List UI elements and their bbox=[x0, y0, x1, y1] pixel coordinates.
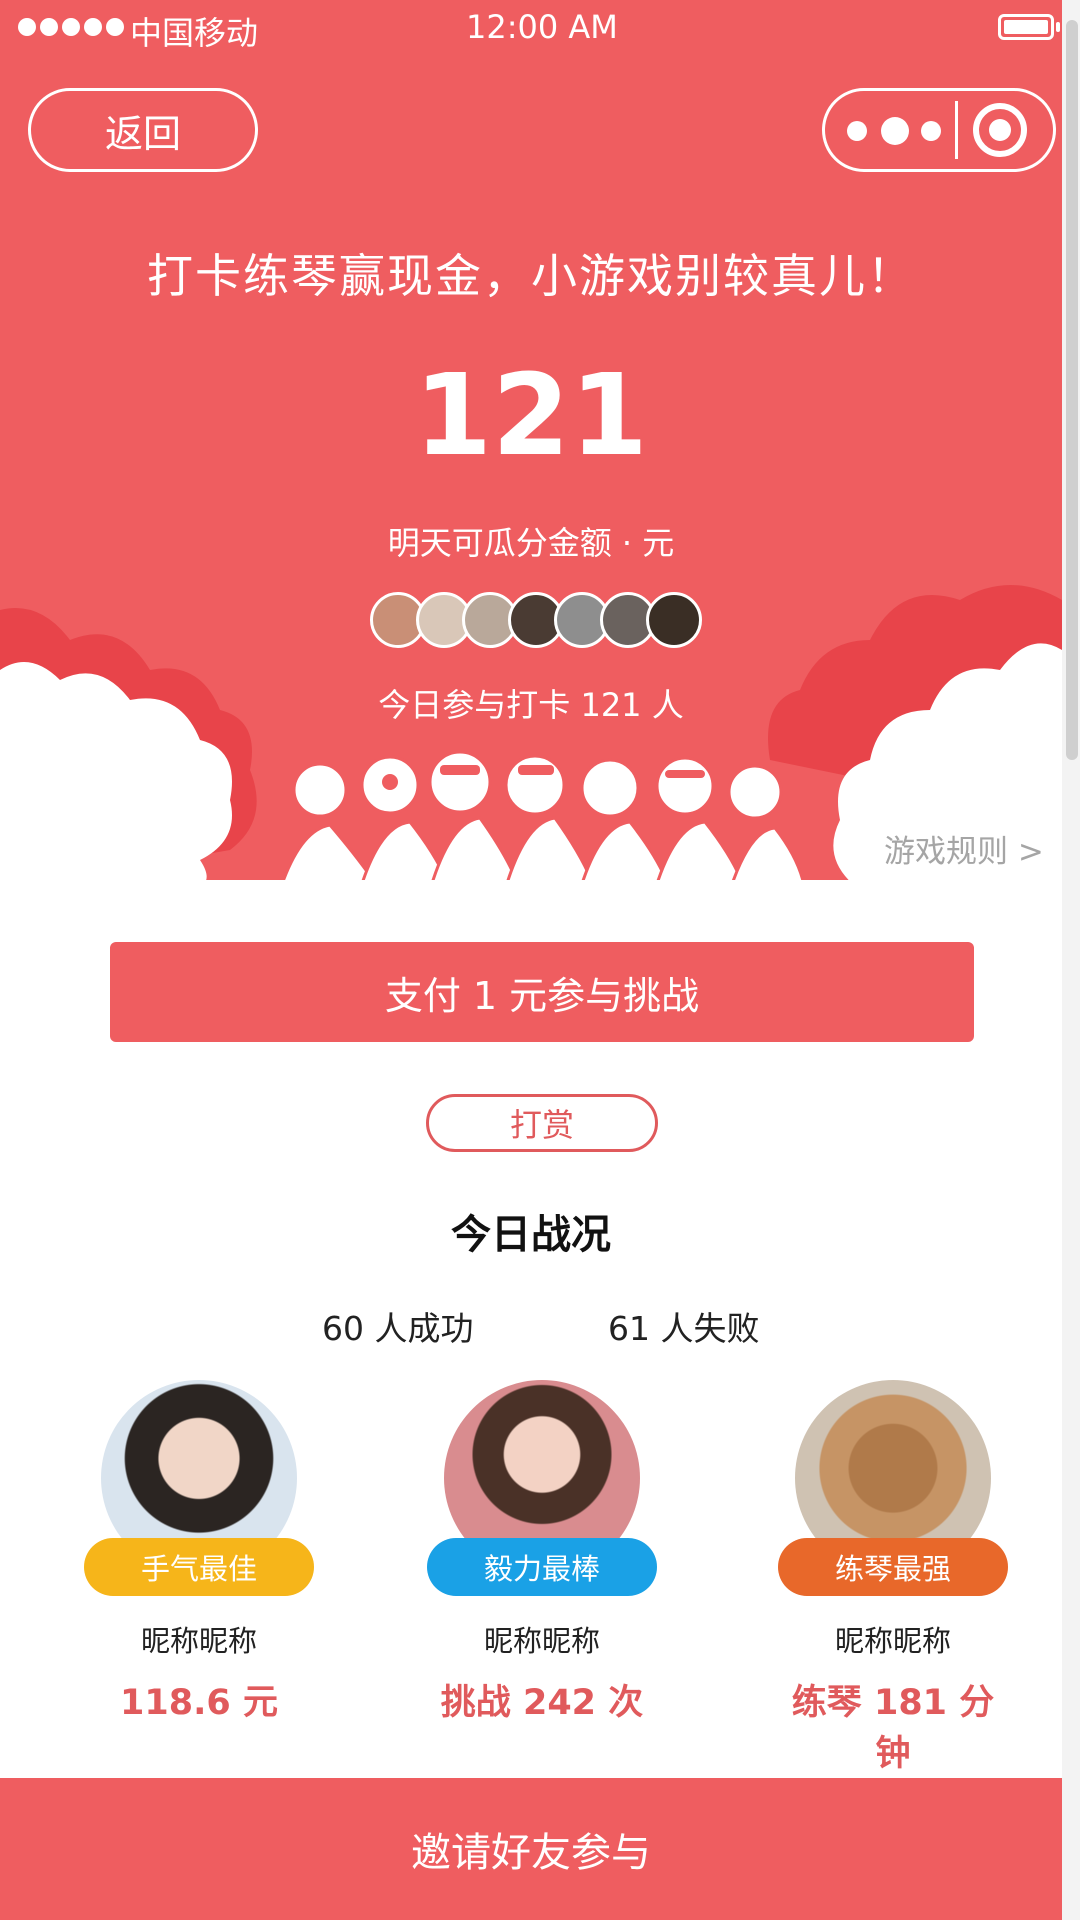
winner-badge: 练琴最强 bbox=[778, 1538, 1008, 1596]
winner-card[interactable]: 练琴最强 昵称昵称 练琴 181 分钟 bbox=[776, 1380, 1010, 1776]
prize-amount: 121 bbox=[414, 351, 648, 481]
winner-badge: 手气最佳 bbox=[84, 1538, 314, 1596]
battery-tip bbox=[1056, 22, 1060, 32]
mini-program-page: 中国移动 12:00 AM 返回 打卡练琴赢现金，小游戏别较真儿！ 121 明天… bbox=[0, 0, 1062, 1920]
tip-button[interactable]: 打赏 bbox=[426, 1094, 658, 1152]
winner-result: 挑战 242 次 bbox=[440, 1683, 644, 1723]
status-time: 12:00 AM bbox=[466, 8, 618, 46]
more-icon[interactable] bbox=[847, 117, 943, 145]
signal-icon bbox=[18, 18, 124, 36]
close-mini-program-icon[interactable] bbox=[973, 103, 1027, 157]
fail-count: 61 人失败 bbox=[608, 1309, 760, 1348]
today-stats-title: 今日战况 bbox=[451, 1212, 611, 1258]
winner-card[interactable]: 毅力最棒 昵称昵称 挑战 242 次 bbox=[425, 1380, 659, 1725]
winner-nickname: 昵称昵称 bbox=[140, 1624, 257, 1658]
winner-nickname: 昵称昵称 bbox=[483, 1624, 600, 1658]
avatar bbox=[646, 592, 702, 648]
invite-friends-button[interactable]: 邀请好友参与 bbox=[0, 1778, 1062, 1920]
prize-amount-label: 明天可瓜分金额 · 元 bbox=[387, 524, 675, 562]
capsule-menu bbox=[822, 88, 1056, 172]
success-count: 60 人成功 bbox=[322, 1309, 474, 1348]
participant-count: 今日参与打卡 121 人 bbox=[378, 686, 684, 724]
winner-result: 练琴 181 分钟 bbox=[791, 1683, 995, 1774]
winner-card[interactable]: 手气最佳 昵称昵称 118.6 元 bbox=[82, 1380, 316, 1725]
pay-join-button[interactable]: 支付 1 元参与挑战 bbox=[110, 942, 974, 1042]
game-rules-link[interactable]: 游戏规则 > bbox=[884, 826, 1044, 871]
slogan: 打卡练琴赢现金，小游戏别较真儿！ bbox=[147, 249, 915, 303]
hero-banner: 中国移动 12:00 AM 返回 打卡练琴赢现金，小游戏别较真儿！ 121 明天… bbox=[0, 0, 1062, 880]
scrollbar-thumb[interactable] bbox=[1066, 20, 1078, 760]
capsule-divider bbox=[955, 101, 958, 159]
winner-nickname: 昵称昵称 bbox=[834, 1624, 951, 1658]
participant-avatars bbox=[370, 592, 702, 648]
carrier-name: 中国移动 bbox=[130, 14, 259, 52]
back-button[interactable]: 返回 bbox=[28, 88, 258, 172]
battery-icon bbox=[998, 14, 1054, 40]
winner-badge: 毅力最棒 bbox=[427, 1538, 657, 1596]
status-bar: 中国移动 12:00 AM bbox=[0, 0, 1062, 56]
winner-result: 118.6 元 bbox=[120, 1683, 278, 1723]
